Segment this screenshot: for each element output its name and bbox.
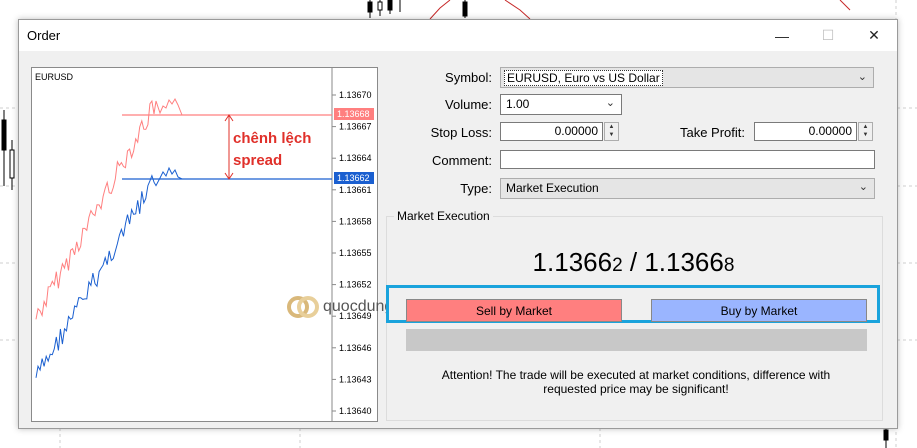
chevron-down-icon: ⌄ — [858, 181, 868, 193]
watermark-logo-icon — [287, 296, 319, 318]
status-bar — [406, 329, 867, 351]
market-execution-title: Market Execution — [394, 209, 493, 223]
spread-arrow — [224, 114, 234, 180]
comment-input[interactable] — [500, 150, 875, 169]
stop-loss-label: Stop Loss: — [430, 125, 492, 140]
type-value: Market Execution — [506, 181, 599, 195]
up-arrow-icon[interactable]: ▲ — [859, 123, 872, 131]
annotation-line-1: chênh lệch — [233, 130, 312, 147]
sell-by-market-button[interactable]: Sell by Market — [406, 299, 622, 322]
comment-label: Comment: — [432, 153, 492, 168]
y-tick-label: 1.13670 — [339, 90, 372, 100]
take-profit-label: Take Profit: — [679, 125, 745, 140]
minimize-button[interactable]: — — [759, 20, 805, 51]
y-tick-label: 1.13640 — [339, 406, 372, 416]
maximize-icon: ☐ — [821, 27, 835, 43]
y-tick-label: 1.13664 — [339, 153, 372, 163]
y-tick-label: 1.13643 — [339, 374, 372, 384]
tick-chart: EURUSD 1.13670 1.13667 1.13664 1.13661 1.136… — [31, 67, 378, 422]
type-label: Type: — [460, 181, 492, 196]
ask-series — [35, 97, 183, 320]
bid-series — [35, 166, 183, 378]
close-icon: ✕ — [868, 27, 880, 43]
attention-text: Attention! The trade will be executed at… — [441, 368, 831, 396]
stop-loss-input[interactable]: 0.00000 — [500, 122, 603, 141]
y-tick-label: 1.13655 — [339, 248, 372, 258]
y-tick-label: 1.13646 — [339, 343, 372, 353]
buy-by-market-button[interactable]: Buy by Market — [651, 299, 867, 322]
bid-price-main: 1.1366 — [532, 247, 613, 277]
order-dialog: Order — ☐ ✕ EURUSD 1.13670 1.13667 1.13664… — [18, 19, 898, 429]
y-tick-label: 1.13652 — [339, 280, 372, 290]
close-button[interactable]: ✕ — [851, 20, 897, 51]
tick-chart-svg: 1.13670 1.13667 1.13664 1.13661 1.13658 1.136… — [35, 68, 374, 421]
volume-label: Volume: — [445, 97, 492, 112]
window-title: Order — [27, 28, 61, 43]
up-arrow-icon[interactable]: ▲ — [605, 123, 618, 131]
symbol-value: EURUSD, Euro vs US Dollar — [504, 70, 663, 86]
down-arrow-icon[interactable]: ▼ — [605, 131, 618, 139]
type-select[interactable]: Market Execution ⌄ — [500, 178, 875, 199]
ask-price-main: 1.1366 — [644, 247, 724, 277]
ask-price-pip: 8 — [723, 255, 735, 276]
annotation-line-2: spread — [233, 152, 283, 169]
chevron-down-icon: ⌄ — [605, 97, 615, 109]
title-bar[interactable]: Order — ☐ ✕ — [19, 20, 897, 51]
down-arrow-icon[interactable]: ▼ — [859, 131, 872, 139]
y-tick-label: 1.13661 — [339, 185, 372, 195]
minimize-icon: — — [775, 27, 789, 44]
stop-loss-spinner[interactable]: ▲ ▼ — [604, 122, 619, 141]
bid-price-pip: 2 — [612, 255, 623, 276]
symbol-label: Symbol: — [445, 70, 492, 85]
maximize-button: ☐ — [805, 20, 851, 51]
spread-annotation: chênh lệch spread — [233, 128, 311, 172]
bid-price-tag: 1.13662 — [337, 173, 370, 183]
y-tick-label: 1.13667 — [339, 122, 372, 132]
take-profit-spinner[interactable]: ▲ ▼ — [858, 122, 873, 141]
price-display: 1.13662 / 1.13668 — [386, 247, 881, 278]
y-tick-label: 1.13658 — [339, 216, 372, 226]
price-separator: / — [622, 247, 645, 277]
volume-select[interactable]: 1.00 ⌄ — [500, 94, 622, 115]
take-profit-input[interactable]: 0.00000 — [754, 122, 857, 141]
ask-price-tag: 1.13668 — [337, 109, 370, 119]
volume-value: 1.00 — [506, 97, 530, 111]
symbol-select[interactable]: EURUSD, Euro vs US Dollar ⌄ — [500, 67, 874, 88]
chevron-down-icon: ⌄ — [857, 71, 867, 83]
